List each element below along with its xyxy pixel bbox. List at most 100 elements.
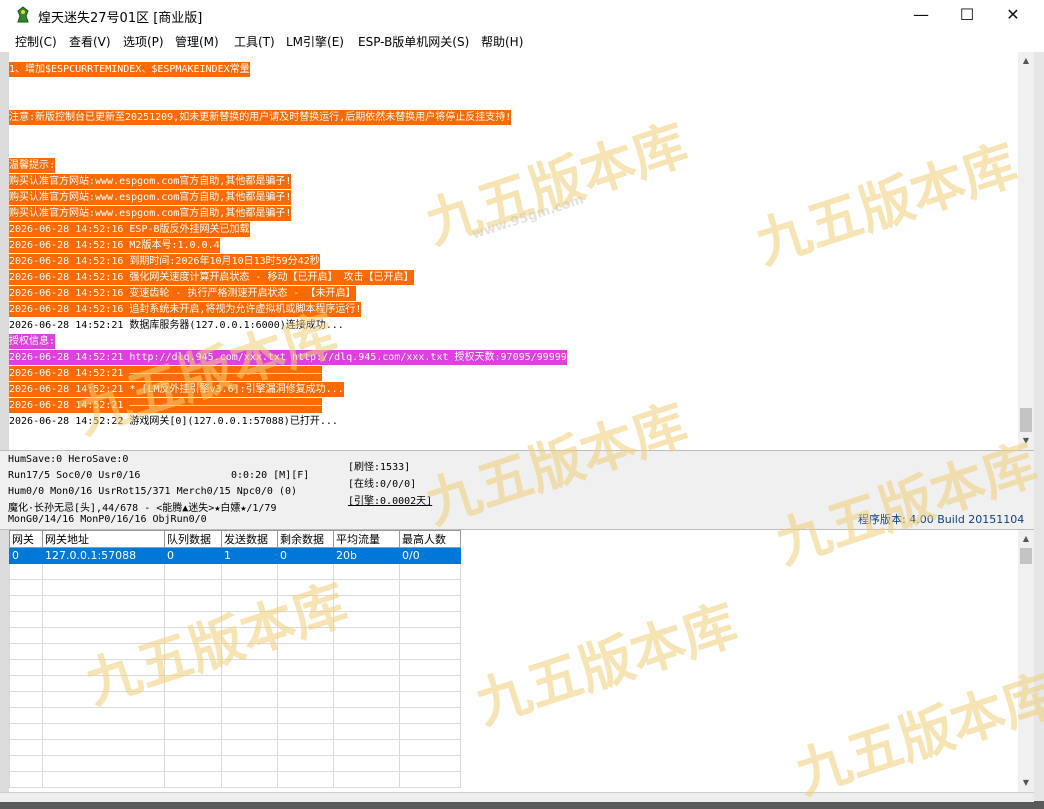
col-avg-flow[interactable]: 平均流量 — [333, 530, 400, 548]
table-cell — [399, 659, 461, 676]
table-cell — [42, 755, 165, 772]
table-cell — [277, 691, 334, 708]
table-cell — [277, 771, 334, 788]
table-row-empty[interactable] — [9, 675, 461, 692]
table-cell — [333, 691, 400, 708]
status-run: Run17/5 Soc0/0 Usr0/16 — [8, 470, 141, 481]
table-cell — [221, 611, 278, 628]
minimize-button[interactable]: — — [898, 0, 944, 30]
log-scrollbar[interactable]: ▲ ▼ — [1018, 52, 1034, 450]
table-cell — [399, 579, 461, 596]
app-icon — [17, 6, 29, 23]
table-cell — [42, 595, 165, 612]
log-line: 授权信息: — [9, 334, 56, 349]
table-cell — [42, 627, 165, 644]
table-row-empty[interactable] — [9, 611, 461, 628]
close-button[interactable]: ✕ — [990, 0, 1036, 30]
table-cell: 0 — [9, 547, 43, 564]
table-cell — [9, 771, 43, 788]
table-row-empty[interactable] — [9, 579, 461, 596]
table-cell — [221, 563, 278, 580]
grid-scroll-down-icon[interactable]: ▼ — [1018, 776, 1034, 790]
table-cell — [277, 643, 334, 660]
table-cell — [9, 659, 43, 676]
col-max-users[interactable]: 最高人数 — [399, 530, 461, 548]
table-row-empty[interactable] — [9, 563, 461, 580]
table-cell — [164, 611, 222, 628]
log-line: 购买认准官方网站:www.espgom.com官方自助,其他都是骗子! — [9, 190, 292, 205]
table-cell — [333, 611, 400, 628]
table-row-empty[interactable] — [9, 595, 461, 612]
table-cell — [9, 579, 43, 596]
table-row-empty[interactable] — [9, 643, 461, 660]
table-cell: 0/0 — [399, 547, 461, 564]
table-cell — [333, 659, 400, 676]
grid-scroll-up-icon[interactable]: ▲ — [1018, 532, 1034, 546]
col-remain[interactable]: 剩余数据 — [277, 530, 334, 548]
table-cell — [9, 739, 43, 756]
menu-view[interactable]: 查看(V) — [69, 33, 111, 50]
menu-lm-engine[interactable]: LM引擎(E) — [286, 33, 344, 50]
menu-options[interactable]: 选项(P) — [123, 33, 164, 50]
table-cell — [164, 579, 222, 596]
table-cell — [333, 739, 400, 756]
menu-control[interactable]: 控制(C) — [15, 33, 57, 50]
table-cell — [42, 563, 165, 580]
col-sent[interactable]: 发送数据 — [221, 530, 278, 548]
log-line: 2026-06-28 14:52:16 强化网关速度计算开启状态 - 移动【已开… — [9, 270, 414, 285]
col-address[interactable]: 网关地址 — [42, 530, 165, 548]
table-cell — [333, 723, 400, 740]
grid-scrollbar[interactable]: ▲ ▼ — [1018, 530, 1034, 792]
desktop-strip-left — [0, 52, 9, 801]
table-cell — [399, 675, 461, 692]
col-gateway[interactable]: 网关 — [9, 530, 43, 548]
status-refresh: [刷怪:1533] — [348, 462, 411, 473]
table-cell — [277, 563, 334, 580]
col-queue[interactable]: 队列数据 — [164, 530, 222, 548]
table-cell — [221, 675, 278, 692]
scroll-thumb[interactable] — [1020, 408, 1032, 432]
table-cell: 1 — [221, 547, 278, 564]
table-cell — [277, 595, 334, 612]
table-row-empty[interactable] — [9, 739, 461, 756]
window-title: 煌天迷失27号01区 [商业版] — [38, 11, 203, 26]
table-cell — [42, 707, 165, 724]
table-cell — [164, 739, 222, 756]
log-panel[interactable]: 1、增加$ESPCURRTEMINDEX、$ESPMAKEINDEX常量 注意:新… — [9, 52, 1018, 450]
log-line: 2026-06-28 14:52:21 ————————————————————… — [9, 398, 323, 413]
table-cell — [333, 627, 400, 644]
menu-bar: 控制(C) 查看(V) 选项(P) 管理(M) 工具(T) LM引擎(E) ES… — [9, 30, 1034, 52]
menu-help[interactable]: 帮助(H) — [481, 33, 523, 50]
scroll-up-icon[interactable]: ▲ — [1018, 54, 1034, 68]
menu-manage[interactable]: 管理(M) — [175, 33, 219, 50]
table-cell: 0 — [164, 547, 222, 564]
title-bar[interactable]: 煌天迷失27号01区 [商业版] — ☐ ✕ — [0, 0, 1044, 30]
table-row-empty[interactable] — [9, 659, 461, 676]
table-row[interactable]: 0 127.0.0.1:57088 0 1 0 20b 0/0 — [9, 547, 461, 564]
table-row-empty[interactable] — [9, 691, 461, 708]
table-cell — [164, 643, 222, 660]
table-cell — [277, 707, 334, 724]
table-cell — [277, 627, 334, 644]
table-cell — [221, 723, 278, 740]
scroll-down-icon[interactable]: ▼ — [1018, 434, 1034, 448]
maximize-button[interactable]: ☐ — [944, 0, 990, 30]
gateway-table[interactable]: 网关 网关地址 队列数据 发送数据 剩余数据 平均流量 最高人数 0 127.0.… — [9, 530, 461, 788]
table-cell: 127.0.0.1:57088 — [42, 547, 165, 564]
table-cell — [164, 595, 222, 612]
table-row-empty[interactable] — [9, 723, 461, 740]
gateway-grid[interactable]: 网关 网关地址 队列数据 发送数据 剩余数据 平均流量 最高人数 0 127.0.… — [9, 530, 1018, 792]
table-cell — [221, 579, 278, 596]
table-row-empty[interactable] — [9, 771, 461, 788]
menu-esp-gateway[interactable]: ESP-B版单机网关(S) — [358, 33, 469, 50]
menu-tools[interactable]: 工具(T) — [234, 33, 275, 50]
table-row-empty[interactable] — [9, 627, 461, 644]
log-line: 温馨提示: — [9, 158, 56, 173]
status-panel: HumSave:0 HeroSave:0 Run17/5 Soc0/0 Usr0… — [0, 450, 1034, 530]
table-cell — [221, 659, 278, 676]
table-row-empty[interactable] — [9, 707, 461, 724]
log-line: 2026-06-28 14:52:21 数据库服务器(127.0.0.1:600… — [9, 320, 344, 331]
grid-scroll-thumb[interactable] — [1020, 548, 1032, 564]
table-row-empty[interactable] — [9, 755, 461, 772]
desktop-strip-right — [1034, 52, 1044, 801]
